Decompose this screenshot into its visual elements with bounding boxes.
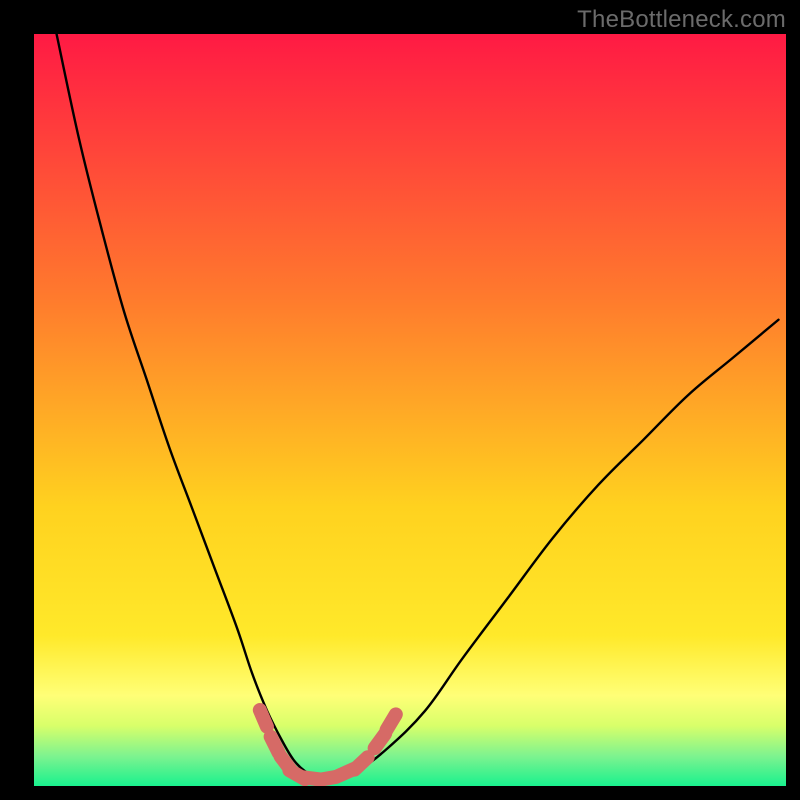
outer-frame: TheBottleneck.com xyxy=(0,0,800,800)
highlight-marker xyxy=(355,757,368,769)
watermark-label: TheBottleneck.com xyxy=(577,6,786,34)
plot-area xyxy=(34,34,786,786)
highlight-marker xyxy=(260,710,267,727)
highlight-marker xyxy=(387,714,396,729)
chart-svg xyxy=(34,34,786,786)
